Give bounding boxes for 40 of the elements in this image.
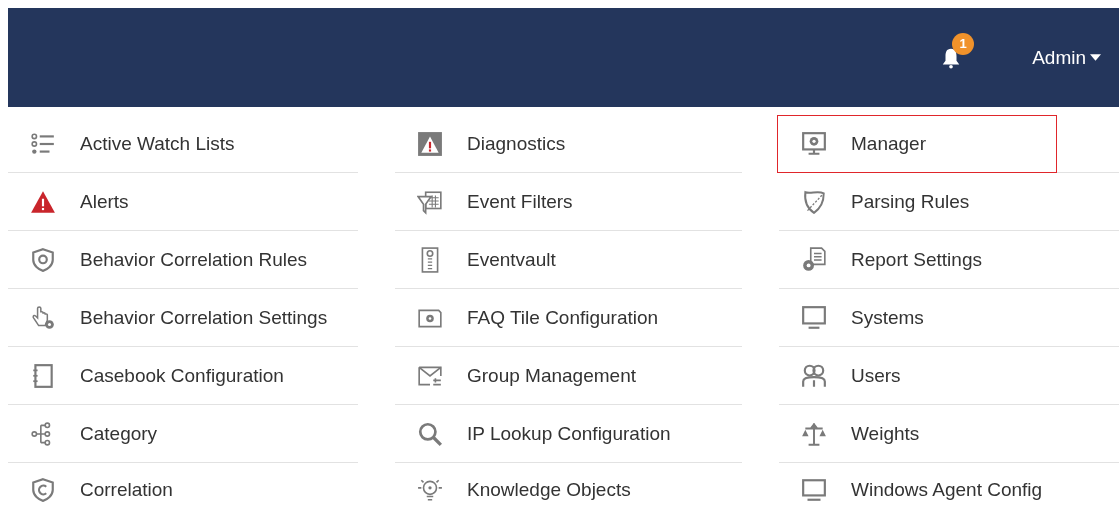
user-menu[interactable]: Admin (1032, 46, 1101, 69)
menu-item[interactable]: Casebook Configuration (6, 346, 291, 405)
menu-item[interactable]: Diagnostics (393, 114, 673, 173)
menu-item[interactable]: Behavior Correlation Settings (6, 288, 335, 347)
caret-icon (1090, 54, 1101, 61)
gear-document-icon (801, 246, 827, 273)
scale-icon (801, 420, 827, 447)
notification-badge: 1 (952, 32, 975, 55)
menu-item[interactable]: Event Filters (393, 172, 673, 231)
list-icon (30, 130, 56, 157)
menu-item[interactable]: Users (777, 346, 1057, 405)
shield-icon (30, 246, 56, 273)
menu-item[interactable]: FAQ Tile Configuration (393, 288, 673, 347)
warning-icon (417, 130, 443, 157)
monitor-gear-icon (801, 130, 827, 157)
monitor-icon (801, 304, 827, 331)
search-icon (417, 420, 443, 447)
hand-gear-icon (30, 304, 56, 331)
notebook-icon (30, 362, 56, 389)
menu-item[interactable]: Systems (777, 288, 1057, 347)
menu-item[interactable]: Knowledge Objects (393, 461, 673, 517)
menu-item[interactable]: Category (6, 404, 286, 463)
menu-item[interactable]: Correlation (6, 461, 286, 517)
monitor-icon (801, 477, 827, 503)
menu-item[interactable]: Group Management (393, 346, 673, 405)
users-icon (801, 362, 827, 389)
shield-icon (801, 188, 827, 215)
menu-item[interactable]: Behavior Correlation Rules (6, 230, 315, 289)
menu-item[interactable]: Report Settings (777, 230, 1057, 289)
menu-item[interactable]: Manager (777, 114, 1057, 173)
filter-calendar-icon (417, 188, 443, 215)
menu-item[interactable]: Alerts (6, 172, 286, 231)
shield-icon (30, 477, 56, 503)
menu-item[interactable]: IP Lookup Configuration (393, 404, 678, 463)
menu-item[interactable]: Windows Agent Config (777, 461, 1057, 517)
menu-item[interactable]: Parsing Rules (777, 172, 1057, 231)
lightbulb-icon (417, 477, 443, 503)
menu-item[interactable]: Active Watch Lists (6, 114, 286, 173)
menu-item[interactable]: Weights (777, 404, 1057, 463)
menu-item[interactable]: Eventvault (393, 230, 673, 289)
